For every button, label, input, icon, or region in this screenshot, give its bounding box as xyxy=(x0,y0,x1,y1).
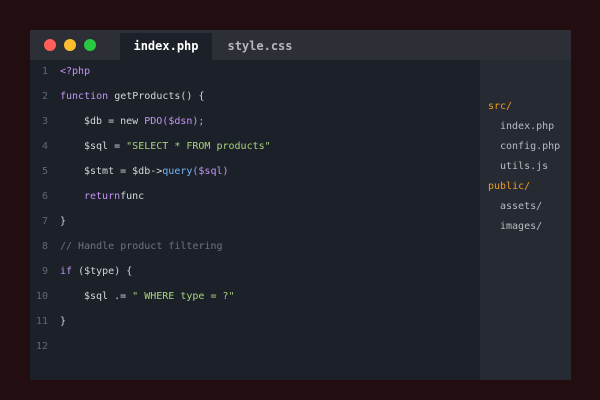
code-token: } xyxy=(60,316,67,327)
code-token: } xyxy=(60,216,67,227)
code-line[interactable]: 11} xyxy=(30,310,480,335)
code-token: PDO( xyxy=(144,116,169,127)
code-text: } xyxy=(60,316,66,328)
tree-file[interactable]: assets/ xyxy=(500,201,542,213)
code-token: "SELECT * FROM products" xyxy=(126,141,271,152)
line-number: 2 xyxy=(41,91,48,102)
code-token: // Handle product filtering xyxy=(60,241,223,252)
code-line[interactable]: 5 $stmt = $db->query($sql) xyxy=(30,160,480,185)
code-text: <?php xyxy=(60,66,90,78)
code-text: $sql .= " WHERE type = ?" xyxy=(84,291,235,303)
line-number: 4 xyxy=(41,141,48,152)
code-token: ($type) { xyxy=(72,266,133,277)
code-token: <?php xyxy=(60,66,91,77)
code-line[interactable]: 4 $sql = "SELECT * FROM products" xyxy=(30,135,480,160)
code-token: $stmt = $db-> xyxy=(84,166,163,177)
code-line[interactable]: 12 xyxy=(30,335,480,360)
code-line[interactable]: 9 if ($type) { xyxy=(30,260,480,285)
code-token: $dsn); xyxy=(168,116,205,127)
code-line[interactable]: 10 $sql .= " WHERE type = ?" xyxy=(30,285,480,310)
code-line[interactable]: 7} xyxy=(30,210,480,235)
code-token: func xyxy=(120,191,145,202)
minimize-window-button[interactable] xyxy=(64,39,76,51)
line-number: 3 xyxy=(41,116,48,127)
line-number: 5 xyxy=(41,166,48,177)
tree-file[interactable]: config.php xyxy=(500,141,560,153)
maximize-window-button[interactable] xyxy=(84,39,96,51)
code-token: $sql) xyxy=(198,166,229,177)
code-text: $sql = "SELECT * FROM products" xyxy=(84,141,271,153)
line-number: 6 xyxy=(41,191,48,202)
code-text: // Handle product filtering xyxy=(60,241,223,253)
code-text: $db = new PDO($dsn); xyxy=(84,116,204,128)
tree-file[interactable]: utils.js xyxy=(500,161,548,173)
editor-window: index.php style.css 1 <?php 2 function getP… xyxy=(30,30,571,380)
code-token: $sql .= xyxy=(84,291,133,302)
close-window-button[interactable] xyxy=(44,39,56,51)
code-token: $sql = xyxy=(84,141,127,152)
code-line[interactable]: 6 returnfunc xyxy=(30,185,480,210)
line-number: 9 xyxy=(41,266,48,277)
code-token: return xyxy=(84,191,121,202)
code-line[interactable]: 8 // Handle product filtering xyxy=(30,235,480,260)
line-number: 11 xyxy=(35,316,48,327)
line-number: 12 xyxy=(35,341,48,352)
line-number: 8 xyxy=(41,241,48,252)
code-line[interactable]: 3 $db = new PDO($dsn); xyxy=(30,110,480,135)
code-text: function getProducts() { xyxy=(60,91,205,103)
tree-folder[interactable]: src/ xyxy=(488,101,512,113)
code-text: } xyxy=(60,216,66,228)
tree-folder[interactable]: public/ xyxy=(488,181,530,193)
code-text: returnfunc xyxy=(84,191,144,203)
code-token: query( xyxy=(162,166,199,177)
code-editor[interactable]: 1 <?php 2 function getProducts() { 3 $db = ne… xyxy=(30,60,480,380)
tree-file[interactable]: index.php xyxy=(500,121,554,133)
code-token: " WHERE type = ?" xyxy=(132,291,235,302)
code-line[interactable]: 1 <?php xyxy=(30,60,480,85)
code-token: if xyxy=(60,266,73,277)
code-token: getProducts() { xyxy=(114,91,205,102)
code-token: $db = new xyxy=(84,116,145,127)
tab-index-php[interactable]: index.php xyxy=(120,33,212,60)
code-token: function xyxy=(60,91,115,102)
tab-style-css[interactable]: style.css xyxy=(215,33,305,60)
code-text: if ($type) { xyxy=(60,266,132,278)
line-number: 7 xyxy=(41,216,48,227)
line-number: 10 xyxy=(35,291,48,302)
line-number: 1 xyxy=(41,66,48,77)
title-bar: index.php style.css xyxy=(30,30,571,60)
tree-file[interactable]: images/ xyxy=(500,221,542,233)
code-text: $stmt = $db->query($sql) xyxy=(84,166,229,178)
file-tree-sidebar: src/index.php config.php utils.js public/as… xyxy=(480,60,571,380)
code-line[interactable]: 2 function getProducts() { xyxy=(30,85,480,110)
